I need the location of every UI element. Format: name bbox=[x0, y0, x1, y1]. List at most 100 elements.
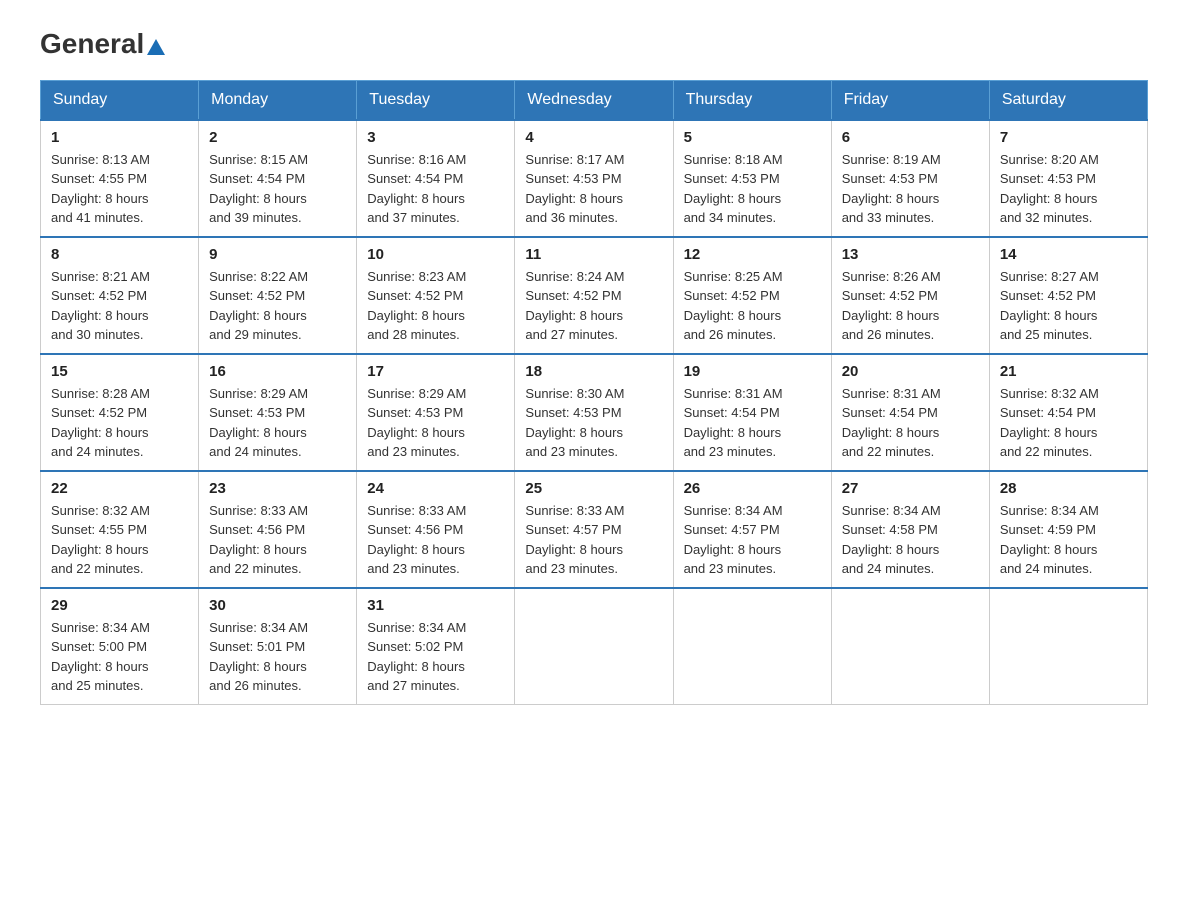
day-number: 2 bbox=[209, 129, 346, 146]
header-friday: Friday bbox=[831, 80, 989, 120]
day-number: 1 bbox=[51, 129, 188, 146]
calendar-cell: 8 Sunrise: 8:21 AM Sunset: 4:52 PM Dayli… bbox=[41, 237, 199, 354]
calendar-cell: 30 Sunrise: 8:34 AM Sunset: 5:01 PM Dayl… bbox=[199, 588, 357, 705]
calendar-cell: 6 Sunrise: 8:19 AM Sunset: 4:53 PM Dayli… bbox=[831, 120, 989, 237]
day-info: Sunrise: 8:33 AM Sunset: 4:57 PM Dayligh… bbox=[525, 501, 662, 579]
week-row-4: 22 Sunrise: 8:32 AM Sunset: 4:55 PM Dayl… bbox=[41, 471, 1148, 588]
day-info: Sunrise: 8:34 AM Sunset: 4:57 PM Dayligh… bbox=[684, 501, 821, 579]
day-number: 14 bbox=[1000, 246, 1137, 263]
calendar-cell: 22 Sunrise: 8:32 AM Sunset: 4:55 PM Dayl… bbox=[41, 471, 199, 588]
logo-line1: General bbox=[40, 30, 165, 60]
day-number: 10 bbox=[367, 246, 504, 263]
day-info: Sunrise: 8:28 AM Sunset: 4:52 PM Dayligh… bbox=[51, 384, 188, 462]
calendar-cell: 20 Sunrise: 8:31 AM Sunset: 4:54 PM Dayl… bbox=[831, 354, 989, 471]
calendar-cell bbox=[673, 588, 831, 705]
calendar-cell: 4 Sunrise: 8:17 AM Sunset: 4:53 PM Dayli… bbox=[515, 120, 673, 237]
day-number: 7 bbox=[1000, 129, 1137, 146]
day-number: 25 bbox=[525, 480, 662, 497]
day-number: 11 bbox=[525, 246, 662, 263]
day-number: 6 bbox=[842, 129, 979, 146]
day-info: Sunrise: 8:18 AM Sunset: 4:53 PM Dayligh… bbox=[684, 150, 821, 228]
day-number: 27 bbox=[842, 480, 979, 497]
calendar-cell: 13 Sunrise: 8:26 AM Sunset: 4:52 PM Dayl… bbox=[831, 237, 989, 354]
calendar-cell: 3 Sunrise: 8:16 AM Sunset: 4:54 PM Dayli… bbox=[357, 120, 515, 237]
day-info: Sunrise: 8:26 AM Sunset: 4:52 PM Dayligh… bbox=[842, 267, 979, 345]
day-info: Sunrise: 8:34 AM Sunset: 5:02 PM Dayligh… bbox=[367, 618, 504, 696]
calendar-cell: 28 Sunrise: 8:34 AM Sunset: 4:59 PM Dayl… bbox=[989, 471, 1147, 588]
calendar-cell: 2 Sunrise: 8:15 AM Sunset: 4:54 PM Dayli… bbox=[199, 120, 357, 237]
logo: General bbox=[40, 30, 165, 60]
calendar-table: Sunday Monday Tuesday Wednesday Thursday… bbox=[40, 80, 1148, 705]
calendar-cell: 31 Sunrise: 8:34 AM Sunset: 5:02 PM Dayl… bbox=[357, 588, 515, 705]
day-number: 19 bbox=[684, 363, 821, 380]
calendar-cell: 15 Sunrise: 8:28 AM Sunset: 4:52 PM Dayl… bbox=[41, 354, 199, 471]
day-number: 24 bbox=[367, 480, 504, 497]
day-info: Sunrise: 8:16 AM Sunset: 4:54 PM Dayligh… bbox=[367, 150, 504, 228]
week-row-3: 15 Sunrise: 8:28 AM Sunset: 4:52 PM Dayl… bbox=[41, 354, 1148, 471]
header-tuesday: Tuesday bbox=[357, 80, 515, 120]
day-info: Sunrise: 8:34 AM Sunset: 4:58 PM Dayligh… bbox=[842, 501, 979, 579]
header-thursday: Thursday bbox=[673, 80, 831, 120]
day-number: 18 bbox=[525, 363, 662, 380]
day-info: Sunrise: 8:31 AM Sunset: 4:54 PM Dayligh… bbox=[684, 384, 821, 462]
day-info: Sunrise: 8:34 AM Sunset: 5:01 PM Dayligh… bbox=[209, 618, 346, 696]
calendar-cell: 29 Sunrise: 8:34 AM Sunset: 5:00 PM Dayl… bbox=[41, 588, 199, 705]
calendar-cell: 24 Sunrise: 8:33 AM Sunset: 4:56 PM Dayl… bbox=[357, 471, 515, 588]
day-number: 28 bbox=[1000, 480, 1137, 497]
day-number: 5 bbox=[684, 129, 821, 146]
calendar-cell: 23 Sunrise: 8:33 AM Sunset: 4:56 PM Dayl… bbox=[199, 471, 357, 588]
day-info: Sunrise: 8:17 AM Sunset: 4:53 PM Dayligh… bbox=[525, 150, 662, 228]
day-number: 30 bbox=[209, 597, 346, 614]
week-row-2: 8 Sunrise: 8:21 AM Sunset: 4:52 PM Dayli… bbox=[41, 237, 1148, 354]
day-number: 21 bbox=[1000, 363, 1137, 380]
calendar-cell: 5 Sunrise: 8:18 AM Sunset: 4:53 PM Dayli… bbox=[673, 120, 831, 237]
calendar-cell: 18 Sunrise: 8:30 AM Sunset: 4:53 PM Dayl… bbox=[515, 354, 673, 471]
calendar-cell: 21 Sunrise: 8:32 AM Sunset: 4:54 PM Dayl… bbox=[989, 354, 1147, 471]
day-info: Sunrise: 8:20 AM Sunset: 4:53 PM Dayligh… bbox=[1000, 150, 1137, 228]
day-info: Sunrise: 8:34 AM Sunset: 5:00 PM Dayligh… bbox=[51, 618, 188, 696]
calendar-cell: 16 Sunrise: 8:29 AM Sunset: 4:53 PM Dayl… bbox=[199, 354, 357, 471]
day-number: 31 bbox=[367, 597, 504, 614]
day-info: Sunrise: 8:22 AM Sunset: 4:52 PM Dayligh… bbox=[209, 267, 346, 345]
calendar-cell: 1 Sunrise: 8:13 AM Sunset: 4:55 PM Dayli… bbox=[41, 120, 199, 237]
day-info: Sunrise: 8:15 AM Sunset: 4:54 PM Dayligh… bbox=[209, 150, 346, 228]
calendar-cell: 25 Sunrise: 8:33 AM Sunset: 4:57 PM Dayl… bbox=[515, 471, 673, 588]
calendar-cell bbox=[989, 588, 1147, 705]
day-number: 4 bbox=[525, 129, 662, 146]
day-number: 15 bbox=[51, 363, 188, 380]
day-number: 12 bbox=[684, 246, 821, 263]
day-number: 9 bbox=[209, 246, 346, 263]
day-number: 20 bbox=[842, 363, 979, 380]
calendar-cell: 17 Sunrise: 8:29 AM Sunset: 4:53 PM Dayl… bbox=[357, 354, 515, 471]
week-row-1: 1 Sunrise: 8:13 AM Sunset: 4:55 PM Dayli… bbox=[41, 120, 1148, 237]
day-info: Sunrise: 8:24 AM Sunset: 4:52 PM Dayligh… bbox=[525, 267, 662, 345]
day-number: 26 bbox=[684, 480, 821, 497]
day-number: 16 bbox=[209, 363, 346, 380]
header-saturday: Saturday bbox=[989, 80, 1147, 120]
calendar-cell: 19 Sunrise: 8:31 AM Sunset: 4:54 PM Dayl… bbox=[673, 354, 831, 471]
day-info: Sunrise: 8:30 AM Sunset: 4:53 PM Dayligh… bbox=[525, 384, 662, 462]
day-info: Sunrise: 8:13 AM Sunset: 4:55 PM Dayligh… bbox=[51, 150, 188, 228]
day-info: Sunrise: 8:19 AM Sunset: 4:53 PM Dayligh… bbox=[842, 150, 979, 228]
day-info: Sunrise: 8:34 AM Sunset: 4:59 PM Dayligh… bbox=[1000, 501, 1137, 579]
day-info: Sunrise: 8:32 AM Sunset: 4:54 PM Dayligh… bbox=[1000, 384, 1137, 462]
day-info: Sunrise: 8:33 AM Sunset: 4:56 PM Dayligh… bbox=[209, 501, 346, 579]
day-info: Sunrise: 8:31 AM Sunset: 4:54 PM Dayligh… bbox=[842, 384, 979, 462]
header-sunday: Sunday bbox=[41, 80, 199, 120]
calendar-cell: 14 Sunrise: 8:27 AM Sunset: 4:52 PM Dayl… bbox=[989, 237, 1147, 354]
calendar-cell: 26 Sunrise: 8:34 AM Sunset: 4:57 PM Dayl… bbox=[673, 471, 831, 588]
page-header: General bbox=[40, 30, 1148, 60]
weekday-header-row: Sunday Monday Tuesday Wednesday Thursday… bbox=[41, 80, 1148, 120]
day-info: Sunrise: 8:21 AM Sunset: 4:52 PM Dayligh… bbox=[51, 267, 188, 345]
calendar-cell bbox=[831, 588, 989, 705]
day-number: 29 bbox=[51, 597, 188, 614]
day-info: Sunrise: 8:29 AM Sunset: 4:53 PM Dayligh… bbox=[367, 384, 504, 462]
day-number: 17 bbox=[367, 363, 504, 380]
day-info: Sunrise: 8:33 AM Sunset: 4:56 PM Dayligh… bbox=[367, 501, 504, 579]
day-info: Sunrise: 8:27 AM Sunset: 4:52 PM Dayligh… bbox=[1000, 267, 1137, 345]
day-info: Sunrise: 8:29 AM Sunset: 4:53 PM Dayligh… bbox=[209, 384, 346, 462]
calendar-cell: 10 Sunrise: 8:23 AM Sunset: 4:52 PM Dayl… bbox=[357, 237, 515, 354]
calendar-cell: 12 Sunrise: 8:25 AM Sunset: 4:52 PM Dayl… bbox=[673, 237, 831, 354]
header-monday: Monday bbox=[199, 80, 357, 120]
calendar-cell: 27 Sunrise: 8:34 AM Sunset: 4:58 PM Dayl… bbox=[831, 471, 989, 588]
